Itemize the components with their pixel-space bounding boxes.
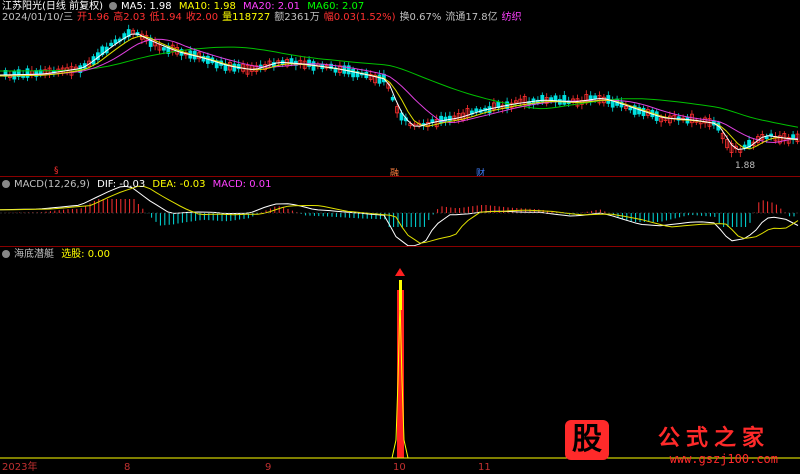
x-label-aug: 8 xyxy=(124,462,131,473)
watermark-url: www.gszj100.com xyxy=(669,452,778,466)
dea-value: DEA: -0.03 xyxy=(152,179,206,190)
candle-body xyxy=(161,47,166,51)
candle-body xyxy=(390,96,395,101)
panel-separator-1 xyxy=(0,176,800,177)
settings-circle-icon[interactable] xyxy=(2,250,10,258)
ma10-line xyxy=(0,35,799,150)
watermark-site-name: 公式之家 xyxy=(657,426,770,451)
dif-value: DIF: -0.03 xyxy=(97,179,146,190)
candle-body xyxy=(351,68,356,78)
candle-body xyxy=(474,108,479,113)
watermark-logo: 股 xyxy=(565,420,609,460)
signal-spike xyxy=(391,268,409,459)
panel-separator-2 xyxy=(0,246,800,247)
low-price-label: 1.88 xyxy=(735,161,756,171)
candle-body xyxy=(25,68,30,78)
candle-body xyxy=(113,39,118,44)
x-label-oct: 10 xyxy=(393,462,406,473)
event-marker-financing[interactable]: 融 xyxy=(390,166,399,179)
x-label-sep: 9 xyxy=(265,462,272,473)
event-marker-1[interactable]: § xyxy=(54,166,59,176)
candle-body xyxy=(232,63,237,72)
ma5-line xyxy=(0,33,799,151)
candle-body xyxy=(562,95,567,105)
x-label-nov: 11 xyxy=(478,462,491,473)
macd-title[interactable]: MACD(12,26,9) xyxy=(14,179,90,190)
candle-body xyxy=(628,107,633,111)
indicator-header: 海底潜艇 选股: 0.00 xyxy=(2,249,114,261)
event-marker-finance[interactable]: 财 xyxy=(476,166,485,179)
ma20-line xyxy=(0,38,799,144)
select-value: 选股: 0.00 xyxy=(61,249,111,260)
candle-body xyxy=(109,42,113,47)
dea-line xyxy=(0,185,799,244)
indicator-title[interactable]: 海底潜艇 xyxy=(14,249,54,260)
macd-header: MACD(12,26,9) DIF: -0.03 DEA: -0.03 MACD… xyxy=(2,179,275,191)
x-label-year: 2023年 xyxy=(2,462,38,473)
dif-line xyxy=(0,185,799,247)
candle-body xyxy=(593,95,597,100)
candle-body xyxy=(377,74,382,84)
settings-circle-icon[interactable] xyxy=(2,180,10,188)
chart-canvas[interactable] xyxy=(0,0,800,474)
macd-value: MACD: 0.01 xyxy=(212,179,272,190)
